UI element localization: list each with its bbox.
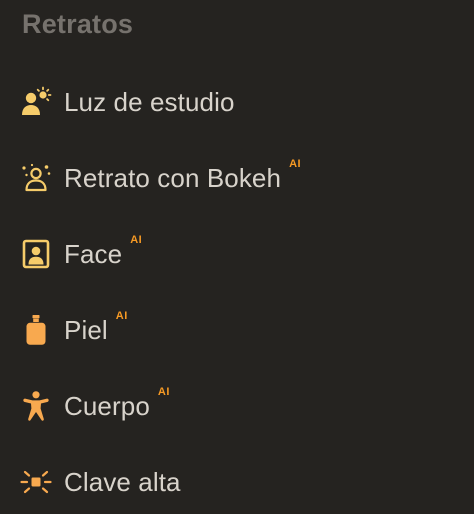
body-figure-icon [18,388,54,424]
skin-bottle-icon [18,312,54,348]
face-portrait-icon [18,236,54,272]
person-sun-icon [18,84,54,120]
menu-item-label: Luz de estudio [64,87,235,117]
menu-item-face[interactable]: Face AI [18,232,142,276]
menu-item-retrato-con-bokeh[interactable]: Retrato con Bokeh AI [18,156,301,200]
person-bokeh-icon [18,160,54,196]
ai-badge: AI [115,310,128,322]
ai-badge: AI [289,158,302,170]
menu-item-cuerpo[interactable]: Cuerpo AI [18,384,170,428]
menu-item-label: Piel [64,315,108,345]
menu-item-label: Retrato con Bokeh [64,163,282,193]
menu-item-luz-de-estudio[interactable]: Luz de estudio [18,80,243,124]
ai-badge: AI [130,234,143,246]
ai-badge: AI [157,386,170,398]
menu-item-piel[interactable]: Piel AI [18,308,128,352]
menu-item-clave-alta[interactable]: Clave alta [18,460,189,504]
high-key-light-icon [18,464,54,500]
portrait-filter-list: Luz de estudio Retrato con Bokeh AI Face… [0,0,474,514]
menu-item-label: Face [64,239,123,269]
menu-item-label: Clave alta [64,467,181,497]
menu-item-label: Cuerpo [64,391,150,421]
